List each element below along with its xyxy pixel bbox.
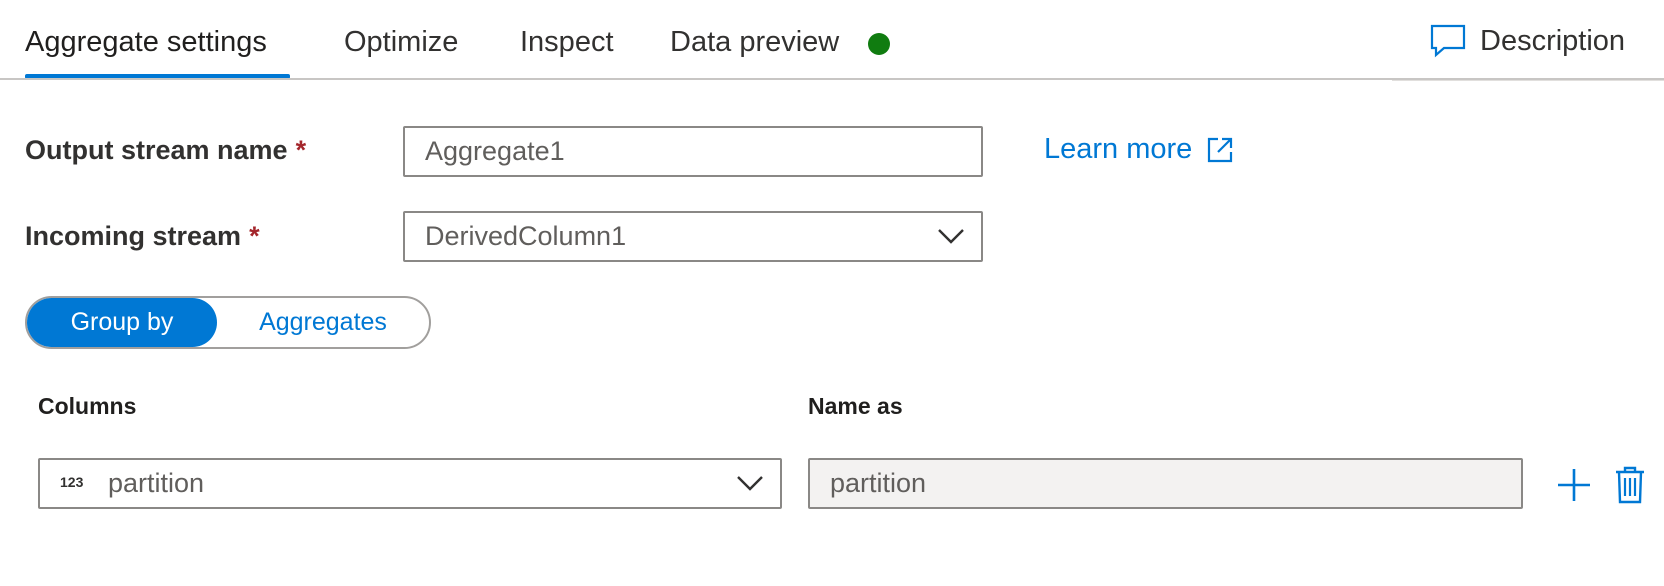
tab-data-preview[interactable]: Data preview — [670, 22, 839, 62]
name-as-value: partition — [830, 468, 927, 498]
name-as-header: Name as — [808, 393, 903, 419]
delete-icon[interactable] — [1614, 466, 1646, 504]
incoming-stream-dropdown[interactable]: DerivedColumn1 — [403, 211, 983, 262]
columns-header: Columns — [38, 393, 137, 419]
tab-aggregate-settings[interactable]: Aggregate settings — [25, 22, 267, 62]
incoming-stream-value: DerivedColumn1 — [425, 221, 627, 251]
output-stream-name-input[interactable]: Aggregate1 — [403, 126, 983, 177]
tab-bar: Aggregate settings Optimize Inspect Data… — [0, 0, 1664, 81]
column-dropdown[interactable]: 123 partition — [38, 458, 782, 509]
add-icon[interactable] — [1556, 467, 1592, 503]
learn-more-link[interactable]: Learn more — [1044, 133, 1234, 166]
toggle-option-group-by[interactable]: Group by — [27, 298, 217, 347]
output-stream-name-value: Aggregate1 — [425, 136, 565, 166]
required-mark: * — [295, 135, 307, 165]
description-label: Description — [1480, 24, 1626, 57]
toggle-option-aggregates[interactable]: Aggregates — [217, 298, 429, 347]
name-as-input[interactable]: partition — [808, 458, 1523, 509]
tab-bar-divider-secondary — [1392, 80, 1664, 81]
incoming-stream-label: Incoming stream * — [25, 221, 260, 252]
group-by-aggregates-toggle: Group by Aggregates — [25, 296, 431, 349]
learn-more-label: Learn more — [1044, 133, 1193, 165]
data-preview-status-indicator — [868, 33, 890, 55]
incoming-stream-label-text: Incoming stream — [25, 221, 242, 251]
output-stream-name-label: Output stream name * — [25, 135, 306, 166]
tab-optimize[interactable]: Optimize — [344, 22, 458, 62]
chevron-down-icon — [938, 229, 964, 244]
description-button[interactable]: Description — [1430, 20, 1625, 62]
column-value: partition — [108, 468, 205, 498]
chevron-down-icon — [737, 476, 763, 491]
tab-inspect[interactable]: Inspect — [520, 22, 614, 62]
external-link-icon — [1208, 137, 1233, 162]
integer-type-icon: 123 — [60, 474, 84, 490]
comment-icon — [1430, 24, 1466, 58]
output-stream-name-label-text: Output stream name — [25, 135, 288, 165]
required-mark: * — [249, 221, 260, 251]
